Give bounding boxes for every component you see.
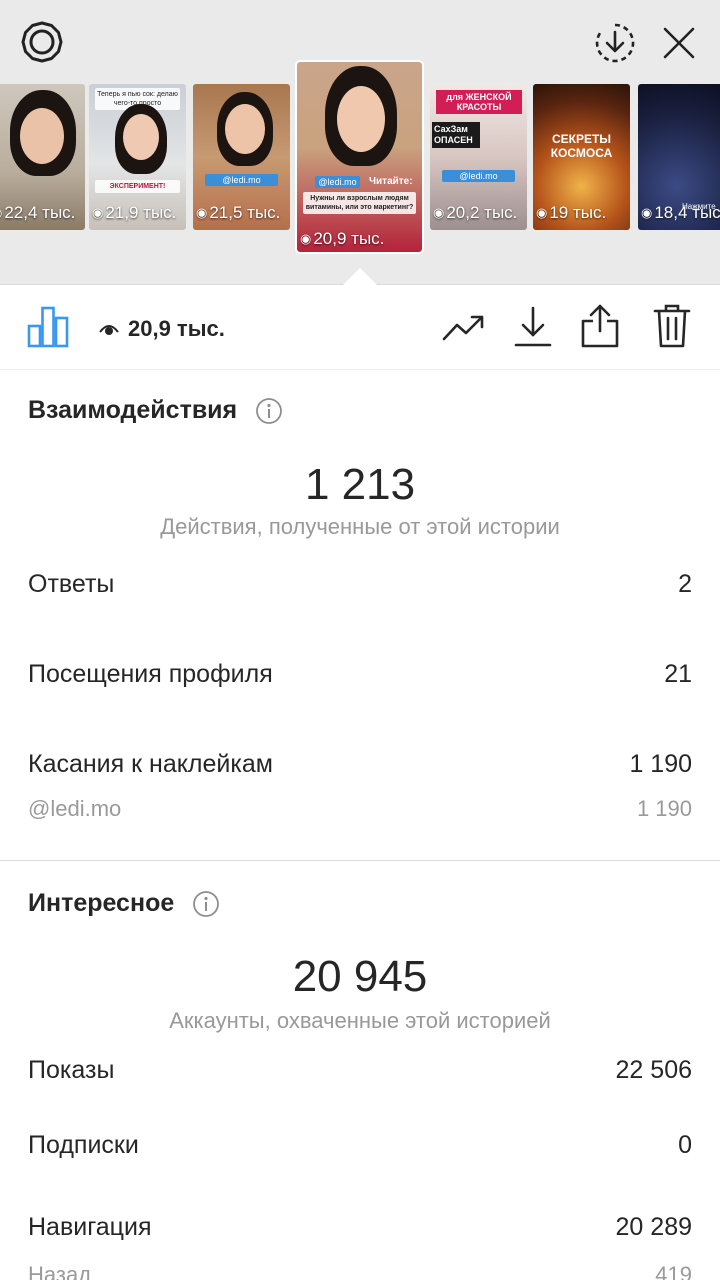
story-thumbnail[interactable]: для ЖЕНСКОЙ КРАСОТЫ СахЗам ОПАСЕН @ledi.…: [430, 84, 527, 230]
story-photo-face: [20, 108, 64, 164]
reach-total: 20 945: [292, 952, 428, 1001]
metric-row-impressions: Показы 22 506: [28, 1056, 692, 1085]
metric-value: 0: [678, 1131, 692, 1159]
metric-row-navigation: Навигация 20 289: [28, 1213, 692, 1242]
metric-subrow-back: Назад 419: [28, 1262, 692, 1280]
metric-label: Посещения профиля: [28, 660, 273, 688]
story-banner: СахЗам ОПАСЕН: [432, 122, 480, 148]
metric-row-replies: Ответы 2: [28, 570, 692, 599]
story-views-value: 19 тыс.: [549, 203, 607, 222]
metric-label: Ответы: [28, 570, 115, 598]
stats-tab[interactable]: [26, 304, 70, 348]
eye-icon: ◉: [300, 231, 312, 246]
story-thumbnail[interactable]: СЕКРЕТЫ КОСМОСА ◉ 19 тыс.: [533, 84, 630, 230]
info-icon: [256, 397, 283, 424]
active-tab-indicator: [26, 366, 70, 369]
metric-sub-value: 1 190: [636, 796, 692, 821]
story-mention: @ledi.mo: [442, 170, 515, 182]
metric-row-follows: Подписки 0: [28, 1131, 692, 1160]
metric-sub-label: @ledi.mo: [28, 796, 122, 821]
story-thumbnail[interactable]: @ledi.mo ◉ 21,5 тыс.: [193, 84, 290, 230]
interactions-section-header: Взаимодействия: [28, 396, 283, 425]
share-icon: [581, 304, 619, 348]
metric-subrow-mention: @ledi.mo 1 190: [28, 796, 692, 822]
story-views: ◉ 21,9 тыс.: [89, 202, 186, 224]
story-caption: Читайте:: [369, 176, 413, 187]
metric-row-profile-visits: Посещения профиля 21: [28, 660, 692, 689]
promote-button[interactable]: [440, 306, 488, 350]
eye-icon: ◉: [641, 205, 653, 220]
eye-icon: ◉: [536, 205, 548, 220]
story-thumbnail[interactable]: Теперь я пью сок: делаю чего-то просто Э…: [89, 84, 186, 230]
metric-sub-value: 419: [655, 1262, 692, 1280]
story-banner: для ЖЕНСКОЙ КРАСОТЫ: [436, 90, 522, 114]
insights-toolbar: 20,9 тыс.: [0, 286, 720, 370]
story-views-value: 20,9 тыс.: [313, 229, 385, 248]
interactions-caption: Действия, полученные от этой истории: [160, 514, 560, 539]
download-icon: [514, 306, 552, 347]
interactions-total: 1 213: [304, 460, 416, 509]
trend-icon: [442, 315, 484, 341]
metric-label: Касания к наклейкам: [28, 750, 273, 778]
story-views: ◉ 20,2 тыс.: [430, 202, 527, 224]
reach-caption: Аккаунты, охваченные этой историей: [169, 1008, 551, 1033]
eye-icon: ◉: [0, 205, 2, 221]
metric-label: Показы: [28, 1056, 115, 1084]
story-photo-face: [123, 114, 159, 160]
eye-icon: ◉: [433, 205, 445, 220]
story-mention: @ledi.mo: [205, 174, 278, 186]
story-thumbnails: ◉22,4 тыс. Теперь я пью сок: делаю чего-…: [0, 0, 720, 285]
story-views: ◉ 20,9 тыс.: [297, 228, 422, 250]
story-views: ◉ 21,5 тыс.: [193, 202, 290, 224]
metric-value: 2: [678, 570, 692, 598]
story-strip: ◉22,4 тыс. Теперь я пью сок: делаю чего-…: [0, 0, 720, 286]
eye-icon: ◉: [92, 205, 104, 220]
info-icon: [193, 890, 220, 917]
selected-story-pointer: [342, 268, 378, 286]
eye-icon: [98, 318, 120, 340]
delete-button[interactable]: [648, 302, 696, 350]
story-views: ◉22,4 тыс.: [0, 202, 85, 224]
metric-label: Подписки: [28, 1131, 139, 1159]
info-button[interactable]: [255, 397, 283, 425]
metric-value: 22 506: [615, 1056, 692, 1084]
metric-row-sticker-taps: Касания к наклейкам 1 190: [28, 750, 692, 779]
metric-label: Навигация: [28, 1213, 152, 1241]
story-thumbnail[interactable]: Нажмите ◉ 18,4 тыс.: [638, 84, 720, 230]
metric-value: 21: [664, 660, 692, 688]
story-views-value: 18,4 тыс.: [654, 203, 720, 222]
trash-icon: [653, 304, 691, 348]
story-views-value: 20,2 тыс.: [446, 203, 518, 222]
story-title: СЕКРЕТЫ КОСМОСА: [550, 132, 613, 160]
total-views-value: 20,9 тыс.: [128, 316, 225, 341]
interactions-title: Взаимодействия: [28, 396, 238, 424]
eye-icon: ◉: [196, 205, 208, 220]
discovery-section-header: Интересное: [28, 889, 220, 918]
total-views: 20,9 тыс.: [98, 314, 225, 344]
info-button[interactable]: [192, 890, 220, 918]
metric-sub-label: Назад: [28, 1262, 92, 1280]
story-views-value: 21,9 тыс.: [105, 203, 177, 222]
share-button[interactable]: [576, 302, 624, 350]
story-views-value: 22,4 тыс.: [4, 203, 76, 222]
story-views-value: 21,5 тыс.: [209, 203, 281, 222]
story-question: Нужны ли взрослым людям витамины, или эт…: [303, 192, 416, 214]
download-button[interactable]: [510, 304, 556, 350]
story-photo-face: [225, 104, 265, 154]
story-thumbnail[interactable]: ◉22,4 тыс.: [0, 84, 85, 230]
story-thumbnail-selected[interactable]: @ledi.mo Читайте: Нужны ли взрослым людя…: [295, 60, 424, 254]
metric-value: 1 190: [629, 750, 692, 778]
story-views: ◉ 18,4 тыс.: [638, 202, 720, 224]
section-divider: [0, 860, 720, 861]
story-photo-face: [337, 86, 385, 152]
bar-chart-icon: [27, 306, 69, 348]
story-label: ЭКСПЕРИМЕНТ!: [95, 180, 180, 193]
discovery-title: Интересное: [28, 889, 175, 917]
story-views: ◉ 19 тыс.: [533, 202, 630, 224]
story-mention: @ledi.mo: [315, 176, 360, 188]
metric-value: 20 289: [615, 1213, 692, 1241]
